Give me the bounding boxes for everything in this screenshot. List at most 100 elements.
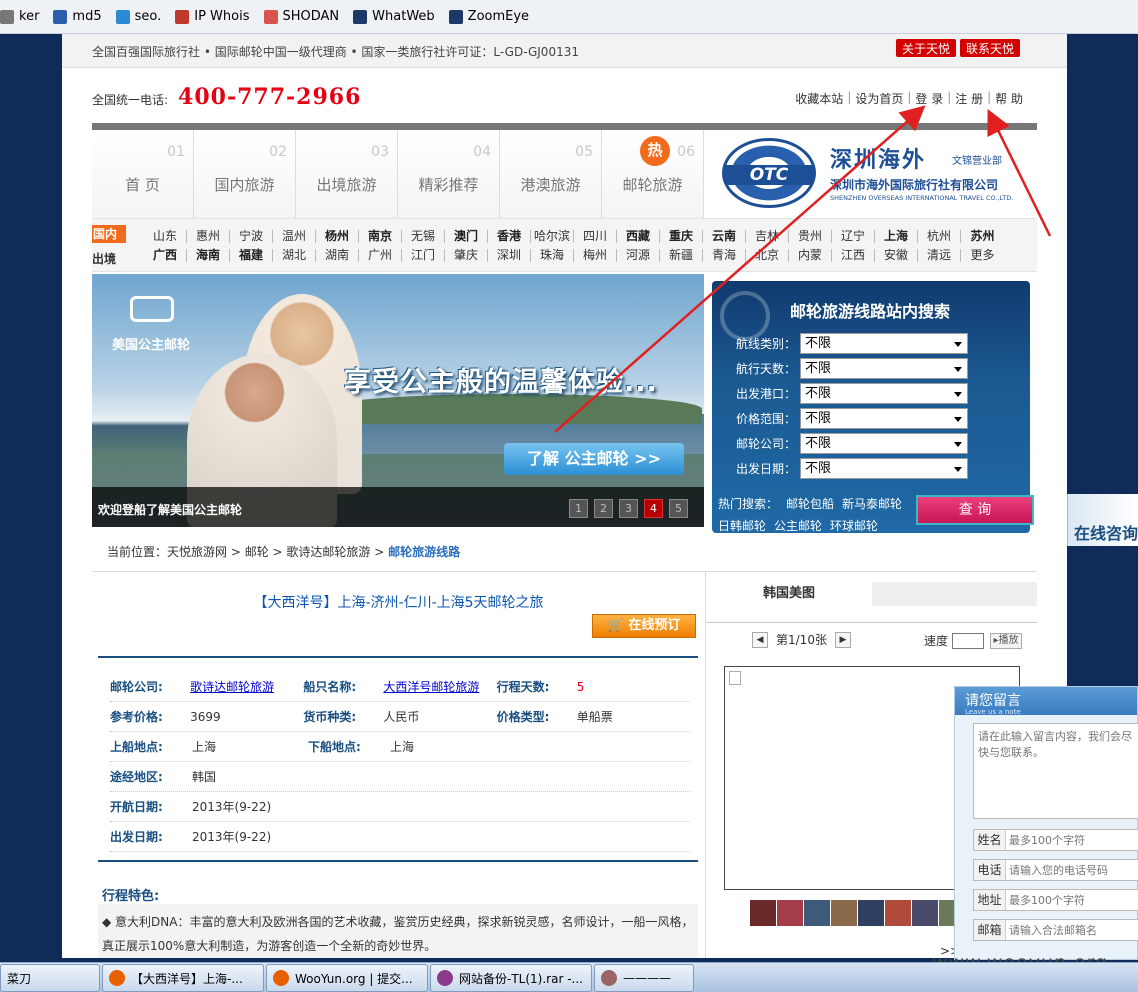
hot-search-link[interactable]: 日韩邮轮 bbox=[718, 519, 766, 533]
gallery-thumbnail[interactable] bbox=[750, 900, 776, 926]
breadcrumb-link[interactable]: 邮轮 bbox=[245, 545, 269, 559]
taskbar-item-0[interactable]: 菜刀 bbox=[0, 964, 100, 992]
city-link[interactable]: 哈尔滨 bbox=[531, 230, 574, 243]
account-link-4[interactable]: 帮 助 bbox=[995, 90, 1023, 107]
search-field-select[interactable]: 不限 bbox=[800, 433, 968, 454]
city-link[interactable]: 贵州 bbox=[789, 230, 832, 243]
outbound-tag[interactable]: 出境 bbox=[92, 250, 116, 267]
banner-page-2[interactable]: 2 bbox=[594, 499, 613, 518]
domestic-tag[interactable]: 国内 bbox=[92, 225, 126, 243]
city-link[interactable]: 江门 bbox=[402, 249, 445, 262]
taskbar-item-4[interactable]: ———— bbox=[594, 964, 694, 992]
city-link[interactable]: 辽宁 bbox=[832, 230, 875, 243]
city-link[interactable]: 新疆 bbox=[660, 249, 703, 262]
gallery-thumbnail[interactable] bbox=[777, 900, 803, 926]
gallery-thumbnail[interactable] bbox=[858, 900, 884, 926]
account-link-2[interactable]: 登 录 bbox=[915, 90, 943, 107]
city-link[interactable]: 西藏 bbox=[617, 230, 660, 243]
search-field-select[interactable]: 不限 bbox=[800, 383, 968, 404]
city-link[interactable]: 广西 bbox=[144, 249, 187, 262]
tab-korea-photos[interactable]: 韩国美图 bbox=[706, 582, 872, 606]
taskbar-item-3[interactable]: 网站备份-TL(1).rar -... bbox=[430, 964, 592, 992]
banner-learn-button[interactable]: 了解 公主邮轮 >> bbox=[504, 443, 684, 475]
banner-page-3[interactable]: 3 bbox=[619, 499, 638, 518]
city-link[interactable]: 清远 bbox=[918, 249, 961, 262]
bookmark-6[interactable]: ZoomEye bbox=[448, 9, 529, 24]
gallery-thumbnail[interactable] bbox=[804, 900, 830, 926]
nav-item-05[interactable]: 05 港澳旅游 bbox=[500, 130, 602, 218]
city-link[interactable]: 宁波 bbox=[230, 230, 273, 243]
city-link[interactable]: 苏州 bbox=[961, 230, 1004, 243]
nav-item-03[interactable]: 03 出境旅游 bbox=[296, 130, 398, 218]
breadcrumb-link[interactable]: 歌诗达邮轮旅游 bbox=[286, 545, 370, 559]
book-online-button[interactable]: 🛒 在线预订 bbox=[592, 614, 696, 638]
bookmark-0[interactable]: ker bbox=[0, 9, 39, 24]
city-link[interactable]: 深圳 bbox=[488, 249, 531, 262]
nav-item-04[interactable]: 04 精彩推荐 bbox=[398, 130, 500, 218]
city-link[interactable]: 上海 bbox=[875, 230, 918, 243]
message-field-input[interactable] bbox=[1006, 833, 1136, 847]
search-button[interactable]: 查 询 bbox=[916, 495, 1034, 525]
city-link[interactable]: 杭州 bbox=[918, 230, 961, 243]
city-link[interactable]: 温州 bbox=[273, 230, 316, 243]
bookmark-5[interactable]: WhatWeb bbox=[353, 9, 435, 24]
nav-item-02[interactable]: 02 国内旅游 bbox=[194, 130, 296, 218]
bookmark-1[interactable]: md5 bbox=[53, 9, 102, 24]
prev-arrow-icon[interactable]: ◀ bbox=[752, 631, 768, 648]
account-link-3[interactable]: 注 册 bbox=[955, 90, 983, 107]
city-link[interactable]: 云南 bbox=[703, 230, 746, 243]
city-link[interactable]: 重庆 bbox=[660, 230, 703, 243]
search-field-select[interactable]: 不限 bbox=[800, 408, 968, 429]
city-link[interactable]: 湖南 bbox=[316, 249, 359, 262]
taskbar-item-1[interactable]: 【大西洋号】上海-... bbox=[102, 964, 264, 992]
contact-link[interactable]: 联系天悦 bbox=[960, 39, 1021, 57]
search-field-select[interactable]: 不限 bbox=[800, 333, 968, 354]
message-field-input[interactable] bbox=[1006, 893, 1136, 907]
search-field-select[interactable]: 不限 bbox=[800, 458, 968, 479]
city-link[interactable]: 香港 bbox=[488, 230, 531, 243]
bookmark-3[interactable]: IP Whois bbox=[175, 9, 250, 24]
gallery-thumbnail[interactable] bbox=[885, 900, 911, 926]
about-link[interactable]: 关于天悦 bbox=[896, 39, 957, 57]
info-value[interactable]: 大西洋号邮轮旅游 bbox=[383, 678, 496, 695]
search-field-select[interactable]: 不限 bbox=[800, 358, 968, 379]
city-link[interactable]: 海南 bbox=[187, 249, 230, 262]
city-link[interactable]: 北京 bbox=[746, 249, 789, 262]
hot-search-link[interactable]: 邮轮包船 bbox=[786, 497, 834, 511]
city-link[interactable]: 青海 bbox=[703, 249, 746, 262]
play-button[interactable]: ▸播放 bbox=[990, 632, 1023, 649]
bookmark-2[interactable]: seo. bbox=[115, 9, 161, 24]
city-link[interactable]: 澳门 bbox=[445, 230, 488, 243]
city-link[interactable]: 吉林 bbox=[746, 230, 789, 243]
city-link[interactable]: 四川 bbox=[574, 230, 617, 243]
city-link[interactable]: 山东 bbox=[144, 230, 187, 243]
gallery-thumbnail[interactable] bbox=[831, 900, 857, 926]
gallery-thumbnail[interactable] bbox=[912, 900, 938, 926]
city-link[interactable]: 杨州 bbox=[316, 230, 359, 243]
city-link[interactable]: 无锡 bbox=[402, 230, 445, 243]
bookmark-4[interactable]: SHODAN bbox=[263, 9, 339, 24]
city-link[interactable]: 内蒙 bbox=[789, 249, 832, 262]
taskbar-item-2[interactable]: WooYun.org | 提交... bbox=[266, 964, 428, 992]
hot-search-link[interactable]: 公主邮轮 bbox=[774, 519, 822, 533]
city-link[interactable]: 惠州 bbox=[187, 230, 230, 243]
city-link[interactable]: 广州 bbox=[359, 249, 402, 262]
city-link[interactable]: 肇庆 bbox=[445, 249, 488, 262]
message-field-input[interactable] bbox=[1006, 923, 1136, 937]
nav-item-01[interactable]: 01 首 页 bbox=[92, 130, 194, 218]
hot-search-link[interactable]: 新马泰邮轮 bbox=[842, 497, 902, 511]
city-link[interactable]: 更多 bbox=[961, 249, 1004, 262]
nav-item-06[interactable]: 热 06 邮轮旅游 bbox=[602, 130, 704, 218]
hero-banner[interactable]: 美国公主邮轮 享受公主般的温馨体验... 了解 公主邮轮 >> 欢迎登船了解美国… bbox=[92, 274, 704, 527]
account-link-1[interactable]: 设为首页 bbox=[855, 90, 903, 107]
city-link[interactable]: 安徽 bbox=[875, 249, 918, 262]
speed-select[interactable] bbox=[952, 632, 985, 649]
info-value[interactable]: 歌诗达邮轮旅游 bbox=[190, 678, 303, 695]
online-consult-tab[interactable]: 在线咨询 bbox=[1067, 494, 1138, 546]
city-link[interactable]: 珠海 bbox=[531, 249, 574, 262]
banner-page-1[interactable]: 1 bbox=[569, 499, 588, 518]
city-link[interactable]: 湖北 bbox=[273, 249, 316, 262]
company-logo[interactable]: OTC 深圳海外 文锦营业部 深圳市海外国际旅行社有限公司 SHENZHEN O… bbox=[706, 123, 1037, 218]
next-arrow-icon[interactable]: ▶ bbox=[834, 631, 851, 648]
hot-search-link[interactable]: 环球邮轮 bbox=[830, 519, 878, 533]
